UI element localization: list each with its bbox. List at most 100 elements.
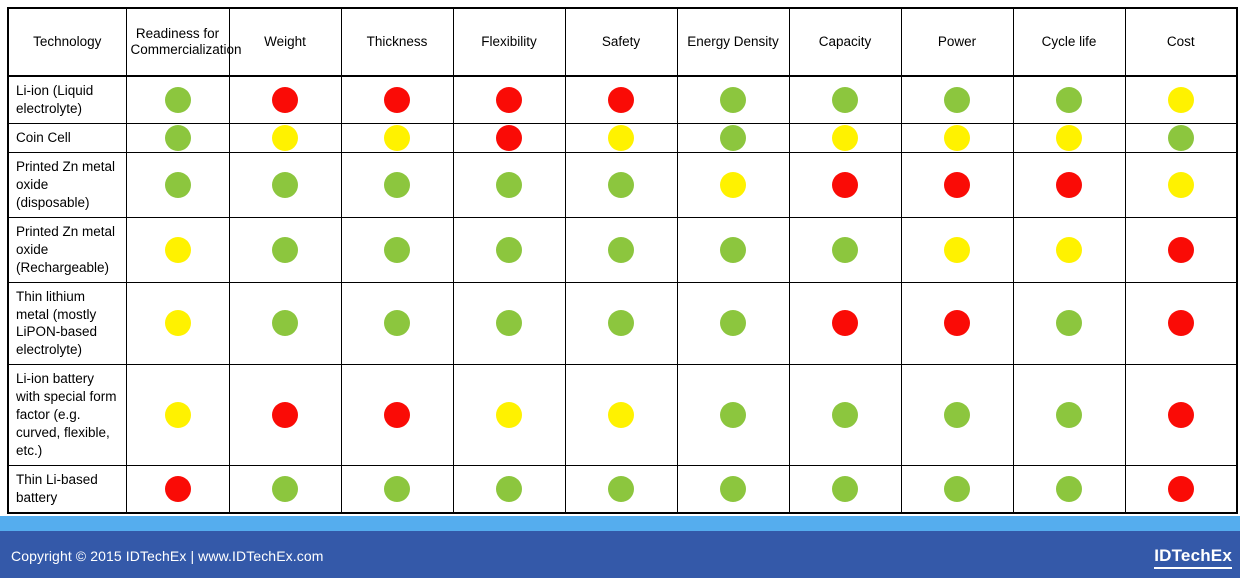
rating-cell — [340, 75, 454, 124]
rating-dot-yellow — [944, 236, 970, 263]
rating-cell — [676, 75, 790, 124]
rating-cell — [125, 151, 230, 218]
rating-cell — [452, 75, 566, 124]
rating-dot-green — [832, 476, 858, 503]
rating-dot-green — [272, 476, 298, 503]
rating-cell — [564, 216, 678, 283]
rating-cell — [900, 465, 1014, 515]
rating-dot-green — [608, 476, 634, 503]
rating-cell — [788, 122, 902, 153]
rating-cell — [125, 216, 230, 283]
rating-cell — [788, 216, 902, 283]
technology-comparison-table-wrapper: Technology Readiness for Commercializati… — [7, 7, 1238, 515]
rating-cell — [1012, 364, 1126, 467]
column-header-thickness: Thickness — [340, 7, 454, 77]
column-header-technology: Technology — [7, 7, 127, 77]
rating-cell — [676, 151, 790, 218]
rating-cell — [1124, 281, 1238, 366]
rating-dot-green — [832, 402, 858, 429]
rating-dot-green — [272, 236, 298, 263]
rating-dot-green — [720, 402, 746, 429]
column-header-cycle-life: Cycle life — [1012, 7, 1126, 77]
rating-dot-green — [944, 476, 970, 503]
rating-dot-yellow — [720, 171, 746, 198]
rating-dot-red — [832, 310, 858, 337]
rating-dot-red — [1167, 236, 1194, 263]
rating-cell — [125, 75, 230, 124]
rating-cell — [228, 281, 342, 366]
rating-dot-green — [384, 236, 410, 263]
rating-cell — [564, 151, 678, 218]
rating-dot-red — [496, 124, 522, 151]
rating-dot-green — [1167, 124, 1194, 151]
rating-dot-green — [496, 310, 522, 337]
column-header-energy-density: Energy Density — [676, 7, 790, 77]
rating-cell — [564, 122, 678, 153]
row-label-technology: Thin Li-based battery — [7, 465, 127, 515]
table-header: Technology Readiness for Commercializati… — [7, 7, 1238, 77]
rating-dot-yellow — [164, 236, 191, 263]
rating-dot-green — [944, 86, 970, 113]
rating-dot-red — [608, 86, 634, 113]
rating-dot-green — [720, 310, 746, 337]
rating-cell — [676, 281, 790, 366]
column-header-cost: Cost — [1124, 7, 1238, 77]
rating-dot-green — [608, 310, 634, 337]
rating-dot-green — [720, 476, 746, 503]
column-header-capacity: Capacity — [788, 7, 902, 77]
rating-cell — [228, 364, 342, 467]
rating-dot-red — [496, 86, 522, 113]
row-label-technology: Li-ion (Liquid electrolyte) — [7, 75, 127, 124]
rating-cell — [788, 151, 902, 218]
rating-cell — [228, 465, 342, 515]
rating-dot-red — [272, 86, 298, 113]
rating-cell — [228, 151, 342, 218]
rating-dot-red — [1167, 476, 1194, 503]
rating-cell — [452, 216, 566, 283]
row-label-technology: Li-ion battery with special form factor … — [7, 364, 127, 467]
rating-cell — [228, 75, 342, 124]
rating-cell — [340, 281, 454, 366]
rating-dot-yellow — [1056, 236, 1082, 263]
rating-cell — [676, 122, 790, 153]
rating-dot-green — [384, 171, 410, 198]
rating-cell — [1124, 122, 1238, 153]
table-row: Li-ion (Liquid electrolyte) — [7, 75, 1238, 124]
rating-dot-green — [832, 86, 858, 113]
rating-dot-red — [384, 402, 410, 429]
rating-dot-green — [496, 476, 522, 503]
rating-cell — [340, 216, 454, 283]
rating-cell — [125, 281, 230, 366]
rating-dot-green — [720, 124, 746, 151]
page-root: Technology Readiness for Commercializati… — [0, 0, 1240, 578]
table-row: Thin Li-based battery — [7, 465, 1238, 515]
rating-dot-green — [496, 171, 522, 198]
table-row: Thin lithium metal (mostly LiPON-based e… — [7, 281, 1238, 366]
rating-dot-green — [1056, 86, 1082, 113]
rating-cell — [564, 364, 678, 467]
rating-cell — [340, 151, 454, 218]
table-body: Li-ion (Liquid electrolyte) Coin Cell Prin… — [7, 75, 1238, 515]
rating-cell — [1124, 75, 1238, 124]
rating-dot-yellow — [1167, 171, 1194, 198]
rating-dot-green — [1056, 402, 1082, 429]
rating-dot-red — [384, 86, 410, 113]
rating-dot-yellow — [1167, 86, 1194, 113]
rating-dot-red — [164, 476, 191, 503]
rating-cell — [340, 122, 454, 153]
column-header-readiness: Readiness for Commercialization — [125, 7, 242, 77]
rating-cell — [676, 216, 790, 283]
rating-dot-red — [1167, 310, 1194, 337]
row-label-technology: Printed Zn metal oxide (Rechargeable) — [7, 216, 127, 283]
rating-dot-green — [832, 236, 858, 263]
rating-dot-red — [944, 310, 970, 337]
rating-cell — [125, 364, 230, 467]
footer-copyright-text: Copyright © 2015 IDTechEx | www.IDTechEx… — [11, 548, 324, 564]
rating-cell — [452, 151, 566, 218]
rating-cell — [1124, 364, 1238, 467]
rating-cell — [1124, 465, 1238, 515]
rating-dot-yellow — [164, 402, 191, 429]
rating-cell — [900, 364, 1014, 467]
rating-cell — [788, 75, 902, 124]
footer-accent-stripe — [0, 516, 1240, 531]
